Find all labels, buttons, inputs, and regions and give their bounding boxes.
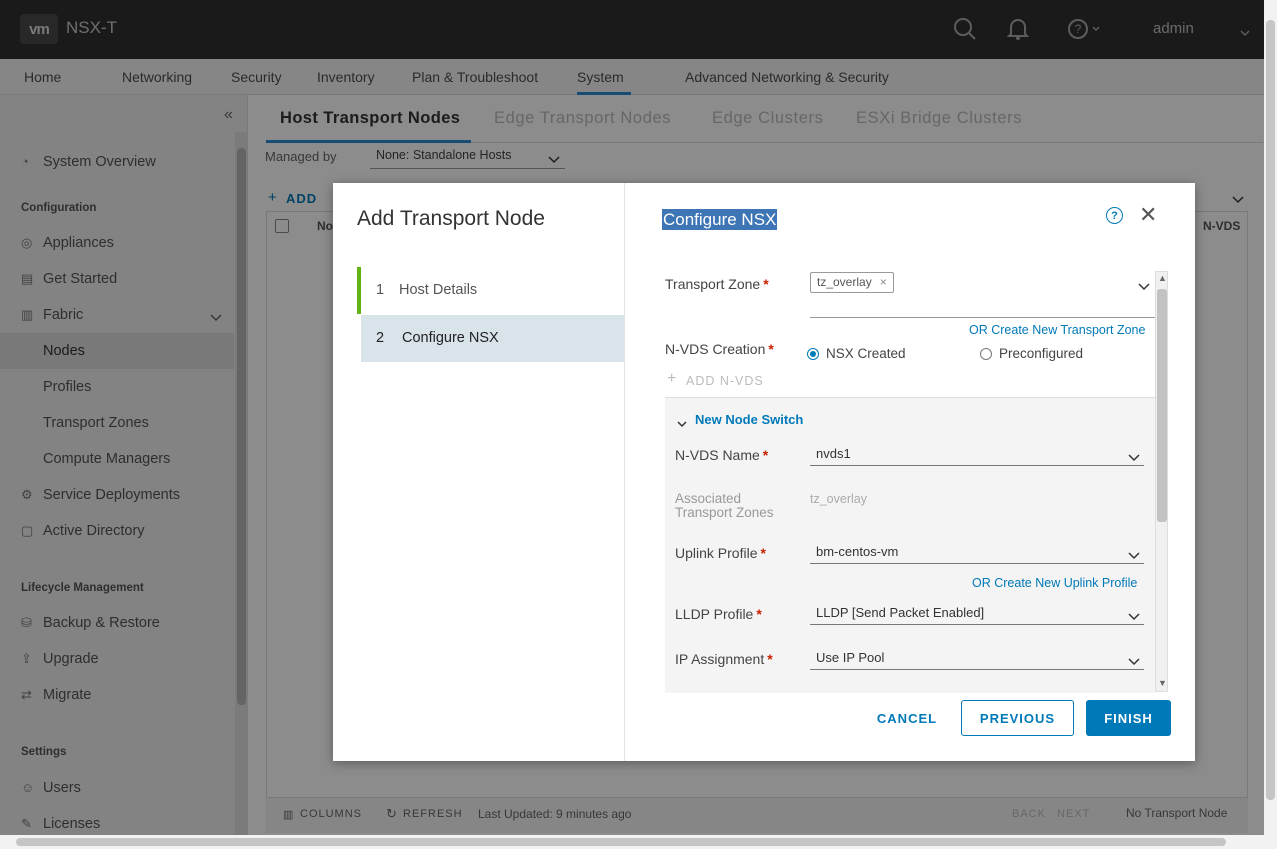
nvds-name-label: N-VDS Name * [675, 447, 769, 463]
uplink-profile-select[interactable]: bm-centos-vm [810, 541, 1144, 564]
associated-tz-value: tz_overlay [810, 492, 867, 506]
chevron-down-icon [1128, 609, 1140, 624]
chip-remove-icon[interactable]: × [880, 275, 887, 289]
select-value: LLDP [Send Packet Enabled] [816, 605, 985, 620]
scroll-up-icon[interactable]: ▲ [1158, 273, 1167, 283]
switch-collapse-chevron-icon[interactable] [677, 415, 687, 433]
radio-nsx-created[interactable] [807, 348, 819, 360]
scroll-down-icon[interactable]: ▼ [1158, 678, 1167, 688]
add-nvds-icon: + [667, 370, 677, 387]
chip-label: tz_overlay [817, 275, 872, 289]
nvds-creation-label: N-VDS Creation * [665, 341, 774, 357]
uplink-profile-label: Uplink Profile * [675, 545, 766, 561]
radio-preconfigured-label[interactable]: Preconfigured [999, 346, 1083, 361]
associated-tz-label: Associated Transport Zones [675, 491, 774, 520]
step-label: Configure NSX [402, 330, 499, 346]
chevron-down-icon [1128, 450, 1140, 465]
new-node-switch-header[interactable]: New Node Switch [695, 412, 803, 427]
dialog-scrollbar-thumb[interactable] [1157, 289, 1167, 522]
select-value: nvds1 [816, 446, 851, 461]
add-nvds-button: ADD N-VDS [686, 374, 764, 388]
window-vertical-scrollbar-thumb[interactable] [1266, 20, 1275, 800]
chevron-down-icon [1128, 654, 1140, 669]
ip-assignment-select[interactable]: Use IP Pool [810, 647, 1144, 670]
add-transport-node-dialog: Add Transport Node 1 Host Details 2 Conf… [333, 183, 1195, 761]
section-title: Configure NSX [662, 209, 778, 230]
select-value: Use IP Pool [816, 650, 885, 665]
chevron-down-icon [1128, 548, 1140, 563]
close-icon[interactable]: ✕ [1139, 202, 1157, 228]
transport-zone-chip[interactable]: tz_overlay × [810, 272, 894, 293]
lldp-profile-label: LLDP Profile * [675, 606, 762, 622]
window-horizontal-scrollbar-thumb[interactable] [16, 838, 1226, 846]
ip-assignment-label: IP Assignment * [675, 651, 773, 667]
transport-zone-label: Transport Zone * [665, 276, 769, 292]
step-label: Host Details [399, 282, 478, 298]
dialog-title: Add Transport Node [357, 207, 545, 230]
transport-zone-chevron-icon[interactable] [1138, 278, 1150, 296]
help-icon[interactable]: ? [1106, 207, 1123, 224]
create-uplink-profile-link[interactable]: OR Create New Uplink Profile [972, 576, 1137, 590]
cancel-button[interactable]: CANCEL [867, 700, 947, 736]
step-host-details[interactable]: 1 Host Details [357, 267, 624, 314]
select-value: bm-centos-vm [816, 544, 899, 559]
radio-nsx-created-label[interactable]: NSX Created [826, 346, 906, 361]
radio-preconfigured[interactable] [980, 348, 992, 360]
previous-button[interactable]: PREVIOUS [961, 700, 1074, 736]
step-number: 2 [376, 330, 385, 346]
nvds-name-select[interactable]: nvds1 [810, 443, 1144, 466]
step-number: 1 [376, 282, 385, 298]
finish-button[interactable]: FINISH [1086, 700, 1171, 736]
transport-zone-underline [810, 317, 1155, 318]
step-configure-nsx[interactable]: 2 Configure NSX [361, 315, 624, 362]
lldp-profile-select[interactable]: LLDP [Send Packet Enabled] [810, 602, 1144, 625]
create-transport-zone-link[interactable]: OR Create New Transport Zone [969, 323, 1145, 337]
